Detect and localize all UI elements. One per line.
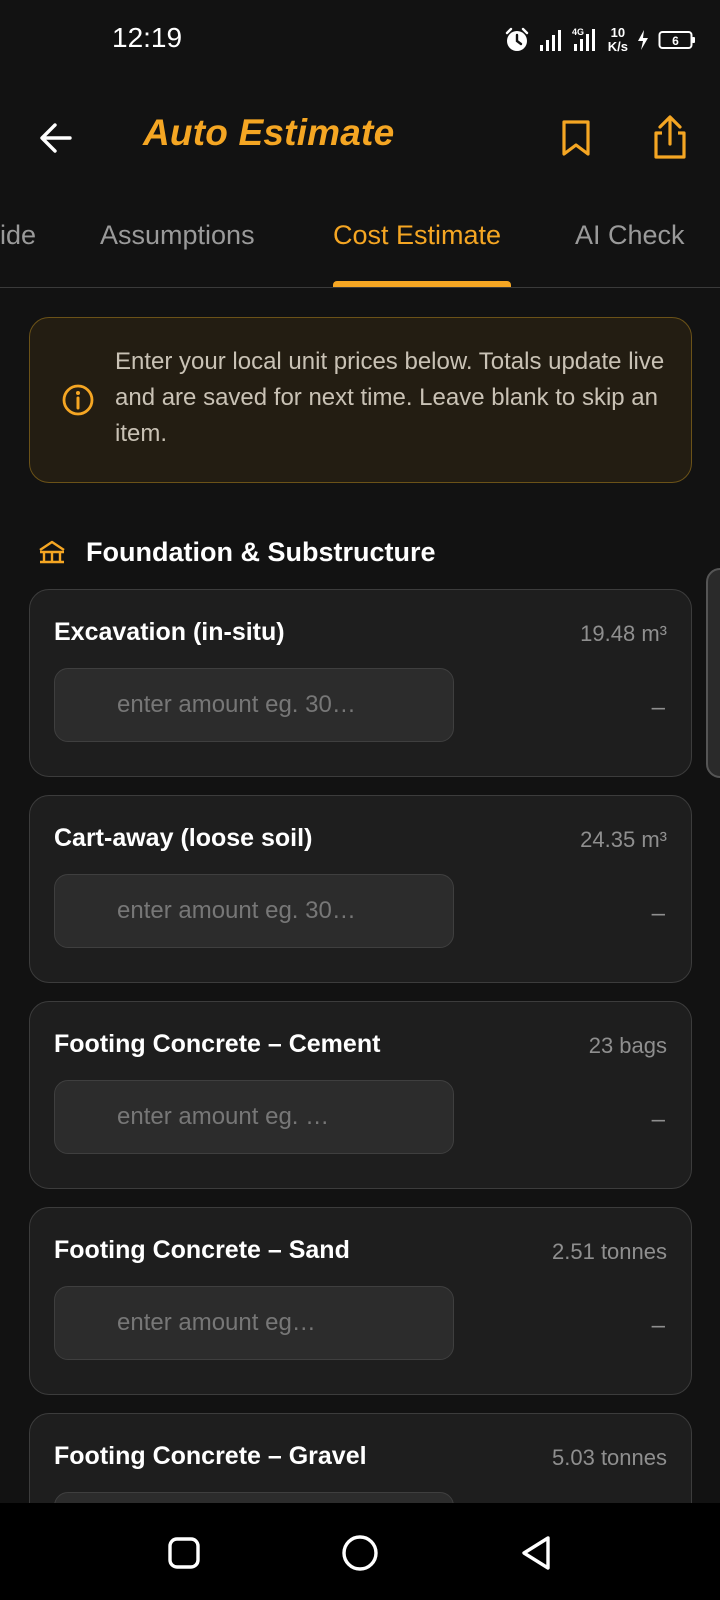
- tab-guide[interactable]: ide: [0, 220, 36, 251]
- item-total: –: [651, 1312, 665, 1339]
- tab-bar: ide Assumptions Cost Estimate AI Check: [0, 196, 720, 288]
- recents-icon: [168, 1537, 200, 1569]
- net-speed-unit: K/s: [607, 39, 628, 54]
- share-button[interactable]: [644, 108, 696, 166]
- screen: 12:19 4G 10 K/s 6 Auto Estimate ide Assu…: [0, 0, 720, 1600]
- charging-icon: [638, 30, 648, 50]
- unit-price-field[interactable]: [54, 1286, 454, 1360]
- home-button[interactable]: [338, 1531, 382, 1575]
- unit-price-field[interactable]: [54, 874, 454, 948]
- svg-text:6: 6: [672, 34, 679, 48]
- info-banner-text: Enter your local unit prices below. Tota…: [115, 348, 665, 447]
- page-title: Auto Estimate: [143, 112, 395, 153]
- triangle-back-icon: [522, 1536, 550, 1570]
- net-speed: 10 K/s: [608, 26, 628, 54]
- item-total: –: [651, 900, 665, 927]
- item-title: Footing Concrete – Gravel: [54, 1442, 367, 1470]
- net-speed-value: 10: [610, 25, 626, 40]
- edge-panel-handle[interactable]: [706, 568, 720, 778]
- arrow-left-icon: [40, 123, 72, 153]
- item-total: –: [651, 1106, 665, 1133]
- unit-price-field[interactable]: [54, 1080, 454, 1154]
- tab-ai-check[interactable]: AI Check: [575, 220, 685, 251]
- info-banner: Enter your local unit prices below. Tota…: [29, 317, 692, 483]
- bookmark-icon: [562, 120, 590, 156]
- section-title: Foundation & Substructure: [86, 536, 436, 567]
- status-icons: 4G 10 K/s 6: [504, 22, 696, 58]
- item-total: –: [651, 694, 665, 721]
- status-bar: 12:19 4G 10 K/s 6: [0, 0, 720, 82]
- unit-price-field[interactable]: [54, 668, 454, 742]
- cost-item-card: Cart-away (loose soil) 24.35 m³ –: [29, 795, 692, 983]
- app-bar: Auto Estimate: [0, 92, 720, 182]
- svg-text:4G: 4G: [572, 27, 584, 37]
- bookmark-button[interactable]: [550, 110, 602, 166]
- item-quantity: 24.35 m³: [580, 827, 667, 852]
- tab-assumptions[interactable]: Assumptions: [100, 220, 255, 251]
- item-title: Cart-away (loose soil): [54, 824, 313, 852]
- info-icon: [62, 384, 94, 416]
- system-nav-bar: [0, 1503, 720, 1600]
- item-title: Excavation (in-situ): [54, 618, 285, 646]
- back-nav-button[interactable]: [514, 1531, 558, 1575]
- status-time: 12:19: [112, 22, 183, 53]
- battery-icon: 6: [658, 31, 695, 49]
- item-title: Footing Concrete – Sand: [54, 1236, 350, 1264]
- active-tab-indicator: [333, 281, 511, 287]
- recents-button[interactable]: [162, 1531, 206, 1575]
- back-button[interactable]: [30, 112, 82, 164]
- share-icon: [654, 115, 686, 159]
- cost-item-card: Excavation (in-situ) 19.48 m³ –: [29, 589, 692, 777]
- unit-price-input[interactable]: [55, 875, 453, 947]
- section-header: Foundation & Substructure: [38, 532, 435, 572]
- cost-item-card: Footing Concrete – Sand 2.51 tonnes –: [29, 1207, 692, 1395]
- item-quantity: 19.48 m³: [580, 621, 667, 646]
- unit-price-input[interactable]: [55, 669, 453, 741]
- item-quantity: 2.51 tonnes: [552, 1239, 667, 1264]
- foundation-icon: [39, 540, 65, 564]
- cost-item-card: Footing Concrete – Cement 23 bags –: [29, 1001, 692, 1189]
- signal-icon: [539, 30, 561, 51]
- alarm-icon: [505, 27, 528, 51]
- item-quantity: 5.03 tonnes: [552, 1445, 667, 1470]
- unit-price-input[interactable]: [55, 1287, 453, 1359]
- item-title: Footing Concrete – Cement: [54, 1030, 381, 1058]
- signal-4g-icon: 4G: [572, 27, 595, 51]
- unit-price-input[interactable]: [55, 1081, 453, 1153]
- home-icon: [342, 1535, 378, 1571]
- item-quantity: 23 bags: [588, 1033, 667, 1058]
- tab-cost-estimate[interactable]: Cost Estimate: [333, 220, 501, 251]
